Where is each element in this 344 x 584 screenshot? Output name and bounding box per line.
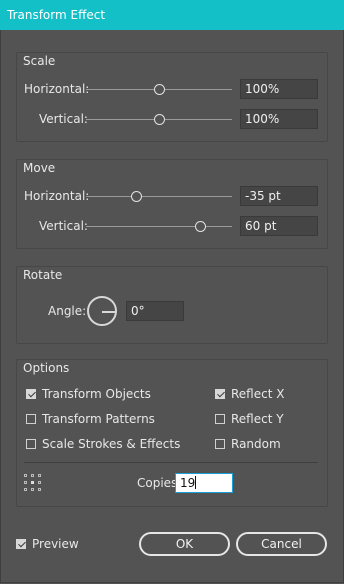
angle-field[interactable]: 0° — [126, 301, 184, 321]
reference-point-icon[interactable] — [24, 474, 44, 494]
checkbox-box[interactable] — [16, 539, 26, 549]
scale-vertical-label: Vertical: — [39, 112, 88, 126]
options-title: Options — [23, 361, 70, 375]
reflect-y-checkbox[interactable]: Reflect Y — [215, 411, 284, 427]
scale-title: Scale — [23, 54, 56, 68]
checkbox-box[interactable] — [26, 439, 36, 449]
checkbox-box[interactable] — [215, 414, 225, 424]
cancel-button[interactable]: Cancel — [236, 532, 327, 556]
angle-dial[interactable] — [87, 296, 117, 326]
reflect-x-checkbox[interactable]: Reflect X — [215, 386, 284, 402]
reflect-y-label: Reflect Y — [231, 412, 284, 426]
copies-value: 19 — [180, 476, 196, 490]
transform-objects-checkbox[interactable]: Transform Objects — [26, 386, 151, 402]
move-horizontal-label: Horizontal: — [24, 189, 90, 203]
transform-patterns-label: Transform Patterns — [42, 412, 155, 426]
angle-dial-hand — [102, 311, 116, 313]
transform-patterns-checkbox[interactable]: Transform Patterns — [26, 411, 155, 427]
scale-strokes-label: Scale Strokes & Effects — [42, 437, 181, 451]
checkbox-box[interactable] — [26, 389, 36, 399]
transform-objects-label: Transform Objects — [42, 387, 151, 401]
move-vertical-field[interactable]: 60 pt — [240, 216, 318, 236]
window-title: Transform Effect — [7, 8, 106, 22]
move-horizontal-field[interactable]: -35 pt — [240, 186, 318, 206]
title-bar: Transform Effect — [0, 0, 344, 30]
move-vertical-label: Vertical: — [39, 219, 88, 233]
rotate-title: Rotate — [23, 268, 63, 282]
preview-checkbox[interactable]: Preview — [16, 536, 79, 552]
random-label: Random — [231, 437, 281, 451]
scale-vertical-slider-thumb[interactable] — [154, 114, 165, 125]
move-title: Move — [23, 161, 56, 175]
scale-horizontal-slider-thumb[interactable] — [154, 84, 165, 95]
checkbox-box[interactable] — [26, 414, 36, 424]
checkbox-box[interactable] — [215, 389, 225, 399]
move-vertical-slider-thumb[interactable] — [195, 221, 206, 232]
move-horizontal-slider-thumb[interactable] — [131, 191, 142, 202]
ok-button[interactable]: OK — [139, 532, 230, 556]
copies-label: Copies — [137, 476, 178, 490]
checkbox-box[interactable] — [215, 439, 225, 449]
random-checkbox[interactable]: Random — [215, 436, 281, 452]
preview-label: Preview — [32, 537, 79, 551]
options-divider — [24, 462, 318, 463]
scale-horizontal-field[interactable]: 100% — [240, 79, 318, 99]
scale-strokes-checkbox[interactable]: Scale Strokes & Effects — [26, 436, 180, 452]
copies-field[interactable]: 19 — [175, 473, 233, 493]
reflect-x-label: Reflect X — [231, 387, 285, 401]
scale-vertical-field[interactable]: 100% — [240, 109, 318, 129]
move-vertical-slider[interactable] — [86, 226, 232, 227]
angle-label: Angle: — [48, 304, 87, 318]
move-horizontal-slider[interactable] — [86, 196, 232, 197]
text-caret — [195, 476, 197, 489]
scale-horizontal-label: Horizontal: — [24, 82, 90, 96]
